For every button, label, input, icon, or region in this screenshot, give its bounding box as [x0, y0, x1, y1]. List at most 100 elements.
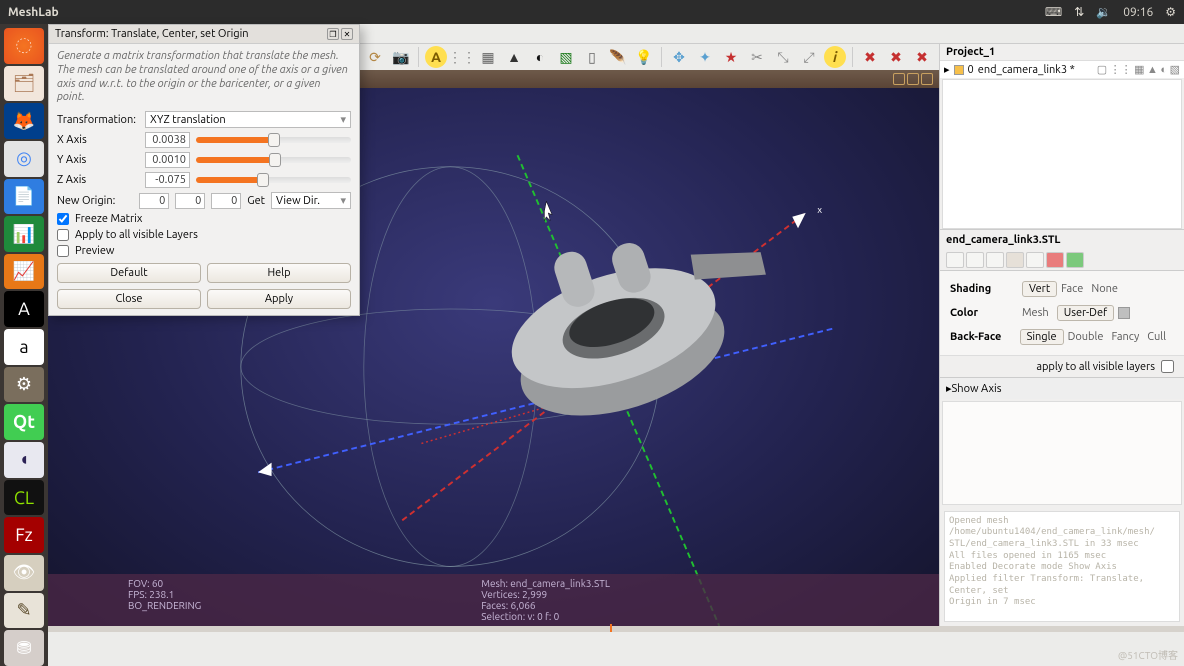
- network-icon[interactable]: ⇅: [1074, 5, 1084, 19]
- transf-select[interactable]: XYZ translation▾: [145, 111, 351, 128]
- gear-icon[interactable]: ⚙: [1165, 5, 1176, 19]
- del-face-icon[interactable]: ✖: [885, 46, 907, 68]
- tab-4[interactable]: [1006, 252, 1024, 268]
- visible-icon[interactable]: [954, 65, 964, 75]
- color-mesh[interactable]: Mesh: [1022, 307, 1049, 319]
- sound-icon[interactable]: 🔉: [1096, 5, 1111, 19]
- info-icon[interactable]: i: [824, 46, 846, 68]
- keyboard-icon[interactable]: ⌨: [1045, 5, 1062, 19]
- color-userdef-button[interactable]: User-Def: [1057, 305, 1115, 321]
- calc-icon[interactable]: 📊: [4, 216, 44, 252]
- settings-icon[interactable]: ⚙: [4, 367, 44, 403]
- default-button[interactable]: Default: [57, 263, 201, 283]
- snapshot-icon[interactable]: 📷: [390, 46, 412, 68]
- origin-z[interactable]: [211, 193, 241, 209]
- del-facevert-icon[interactable]: ✖: [911, 46, 933, 68]
- x-input[interactable]: [145, 132, 190, 148]
- tab-6[interactable]: [1046, 252, 1064, 268]
- writer-icon[interactable]: 📄: [4, 179, 44, 215]
- applyall-checkbox[interactable]: Apply to all visible Layers: [57, 229, 351, 241]
- z-input[interactable]: [145, 172, 190, 188]
- x-slider[interactable]: [196, 137, 351, 143]
- dialog-dock-icon[interactable]: ❐: [327, 28, 339, 40]
- eye-icon[interactable]: 👁: [4, 555, 44, 591]
- z-label: Z Axis: [57, 174, 139, 186]
- bf-single-button[interactable]: Single: [1020, 329, 1064, 345]
- tab-1[interactable]: [946, 252, 964, 268]
- smooth-icon[interactable]: ◐: [529, 46, 551, 68]
- a-icon[interactable]: A: [425, 46, 447, 68]
- layer-index: 0: [968, 64, 974, 76]
- measure-icon[interactable]: ✂: [746, 46, 768, 68]
- layer-opts-icon[interactable]: ▢ ⋮⋮ ▦ ▲ ◐ ▧: [1097, 63, 1180, 76]
- wire-icon[interactable]: ▦: [477, 46, 499, 68]
- shading-vert-button[interactable]: Vert: [1022, 281, 1057, 297]
- ubuntu-top-bar: MeshLab ⌨ ⇅ 🔉 09:16 ⚙: [0, 0, 1184, 24]
- bf-double[interactable]: Double: [1068, 331, 1104, 343]
- show-axis-toggle[interactable]: ▸Show Axis: [940, 377, 1184, 399]
- color-swatch[interactable]: [1118, 307, 1130, 319]
- shading-none[interactable]: None: [1091, 283, 1118, 295]
- select-face-icon[interactable]: ✥: [668, 46, 690, 68]
- flat-icon[interactable]: ▲: [503, 46, 525, 68]
- clion-icon[interactable]: CL: [4, 480, 44, 516]
- bf-fancy[interactable]: Fancy: [1111, 331, 1139, 343]
- expand-icon[interactable]: ▸: [944, 63, 950, 76]
- transform-icon[interactable]: ⤢: [798, 46, 820, 68]
- layer-row[interactable]: ▸ 0 end_camera_link3 * ▢ ⋮⋮ ▦ ▲ ◐ ▧: [940, 61, 1184, 79]
- del-vert-icon[interactable]: ✖: [859, 46, 881, 68]
- dialog-titlebar[interactable]: Transform: Translate, Center, set Origin…: [49, 25, 359, 44]
- color-label: Color: [950, 307, 1022, 319]
- freeze-checkbox[interactable]: Freeze Matrix: [57, 213, 351, 225]
- reload-icon[interactable]: ⟳: [364, 46, 386, 68]
- bf-cull[interactable]: Cull: [1147, 331, 1166, 343]
- ubuntu-dash-icon[interactable]: ◌: [4, 28, 44, 64]
- viewport-statusbar: FOV: 60 FPS: 238.1 BO_RENDERING Mesh: en…: [48, 574, 939, 626]
- y-slider[interactable]: [196, 157, 351, 163]
- texture-icon[interactable]: ▧: [555, 46, 577, 68]
- dialog-close-icon[interactable]: ✕: [341, 28, 353, 40]
- get-select[interactable]: View Dir.▾: [271, 192, 351, 209]
- filezilla-icon[interactable]: Fz: [4, 517, 44, 553]
- preview-checkbox[interactable]: Preview: [57, 245, 351, 257]
- origin-y[interactable]: [175, 193, 205, 209]
- layer-name: end_camera_link3 *: [978, 64, 1093, 76]
- apply-all-row: apply to all visible layers: [940, 355, 1184, 377]
- close-viewport-icon[interactable]: [921, 73, 933, 85]
- light-icon[interactable]: 💡: [633, 46, 655, 68]
- disk-icon[interactable]: ⛃: [4, 630, 44, 666]
- y-input[interactable]: [145, 152, 190, 168]
- paint-icon[interactable]: 🪶: [607, 46, 629, 68]
- tab-2[interactable]: [966, 252, 984, 268]
- tab-5[interactable]: [1026, 252, 1044, 268]
- log-panel: Opened mesh /home/ubuntu1404/end_camera_…: [944, 511, 1180, 623]
- project-name: Project_1: [940, 44, 1184, 61]
- help-button[interactable]: Help: [207, 263, 351, 283]
- amazon-icon[interactable]: a: [4, 329, 44, 365]
- close-button[interactable]: Close: [57, 289, 201, 309]
- select-vert-icon[interactable]: ✦: [694, 46, 716, 68]
- qt-icon[interactable]: Qt: [4, 404, 44, 440]
- select-conn-icon[interactable]: ★: [720, 46, 742, 68]
- software-icon[interactable]: A: [4, 291, 44, 327]
- editor-icon[interactable]: ✎: [4, 593, 44, 629]
- eclipse-icon[interactable]: ◖: [4, 442, 44, 478]
- tab-3[interactable]: [986, 252, 1004, 268]
- clock[interactable]: 09:16: [1123, 6, 1153, 19]
- tab-7[interactable]: [1066, 252, 1084, 268]
- origin-x[interactable]: [139, 193, 169, 209]
- firefox-icon[interactable]: 🦊: [4, 103, 44, 139]
- z-slider[interactable]: [196, 177, 351, 183]
- minimize-icon[interactable]: [893, 73, 905, 85]
- maximize-icon[interactable]: [907, 73, 919, 85]
- apply-button[interactable]: Apply: [207, 289, 351, 309]
- apply-all-checkbox[interactable]: [1161, 360, 1174, 373]
- align-icon[interactable]: ⤡: [772, 46, 794, 68]
- y-label: Y Axis: [57, 154, 139, 166]
- points-icon[interactable]: ⋮⋮: [451, 46, 473, 68]
- shading-face[interactable]: Face: [1061, 283, 1083, 295]
- impress-icon[interactable]: 📈: [4, 254, 44, 290]
- bbox-icon[interactable]: ▯: [581, 46, 603, 68]
- chromium-icon[interactable]: ◎: [4, 141, 44, 177]
- files-icon[interactable]: 🗂: [4, 66, 44, 102]
